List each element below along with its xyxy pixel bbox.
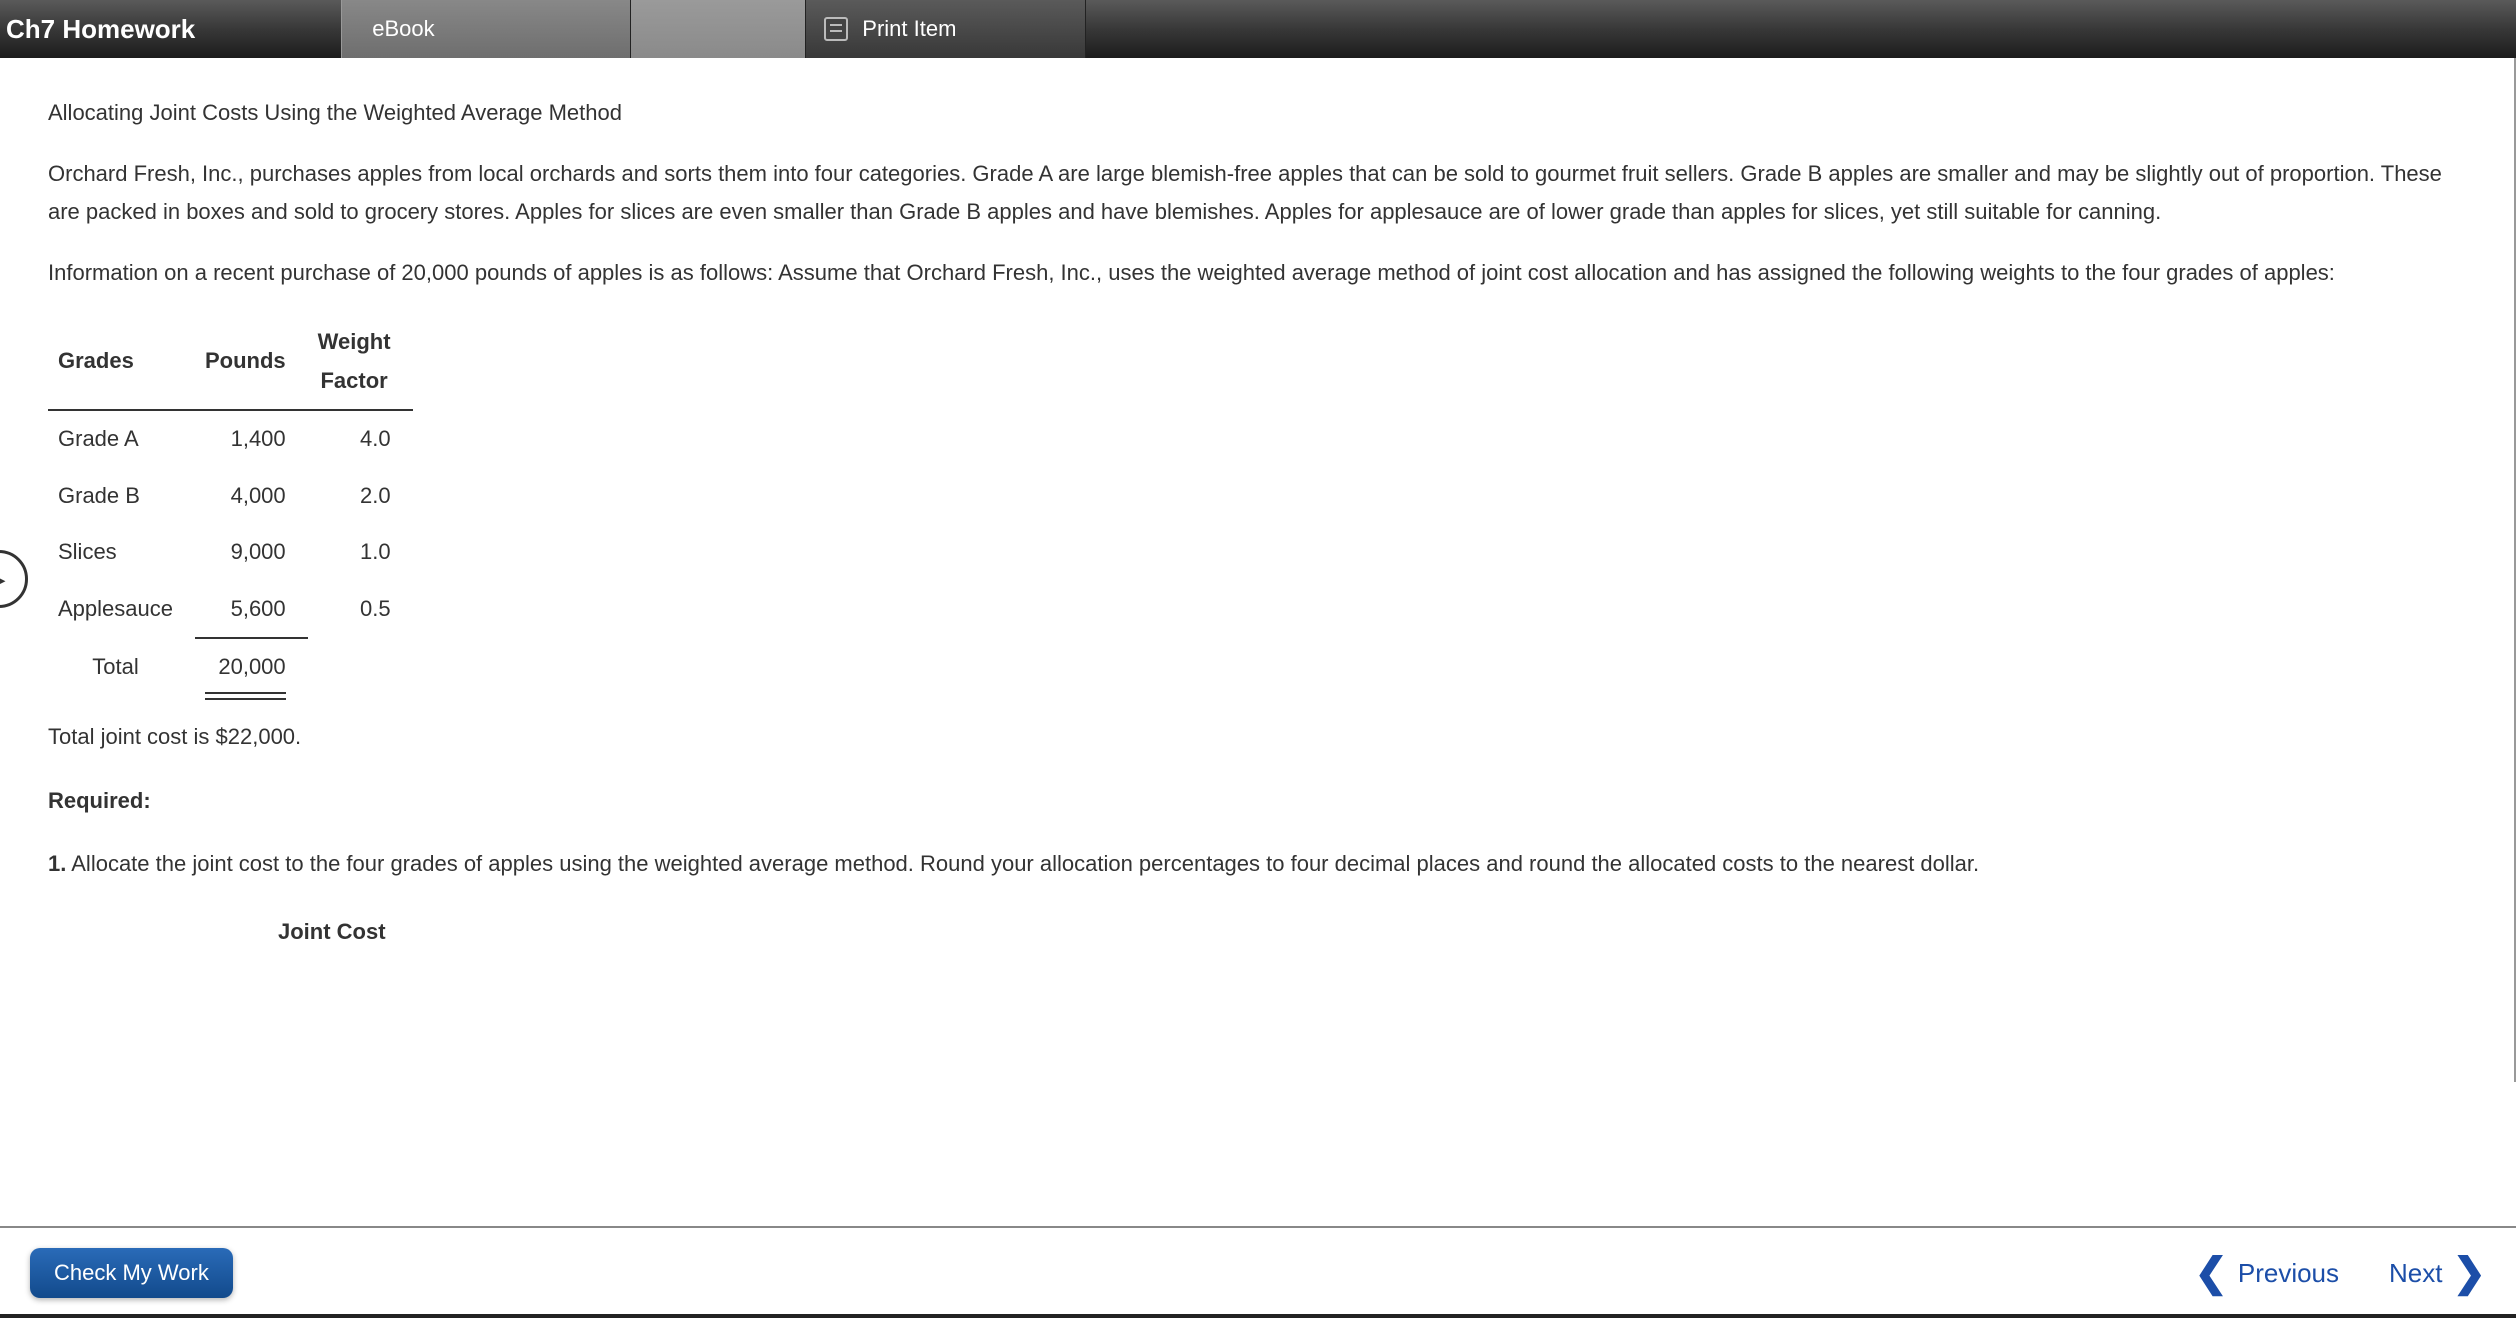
chevron-left-icon: ❮ <box>2194 1253 2228 1293</box>
col-pounds: Pounds <box>195 314 308 410</box>
question-1-number: 1. <box>48 851 66 876</box>
top-bar: Ch7 Homework eBook Print Item <box>0 0 2516 58</box>
ebook-label: eBook <box>372 16 434 42</box>
cell-total-pounds: 20,000 <box>195 638 308 696</box>
col-weight-factor: WeightFactor <box>308 314 413 410</box>
cell-pounds: 1,400 <box>195 410 308 468</box>
cell-factor: 1.0 <box>308 524 413 581</box>
cell-empty <box>308 638 413 696</box>
cell-grade: Applesauce <box>48 581 195 639</box>
question-1: 1. Allocate the joint cost to the four g… <box>48 845 2474 884</box>
table-row: Grade A 1,400 4.0 <box>48 410 413 468</box>
cell-factor: 2.0 <box>308 468 413 525</box>
table-row: Grade B 4,000 2.0 <box>48 468 413 525</box>
chevron-right-icon: ▸ <box>0 564 6 595</box>
blank-tab-button[interactable] <box>631 0 806 58</box>
check-my-work-button[interactable]: Check My Work <box>30 1248 233 1298</box>
content-area: Allocating Joint Costs Using the Weighte… <box>0 58 2516 1082</box>
question-1-text: Allocate the joint cost to the four grad… <box>66 851 1979 876</box>
ebook-button[interactable]: eBook <box>341 0 631 58</box>
next-button[interactable]: Next ❯ <box>2389 1253 2486 1293</box>
cell-total-label: Total <box>48 638 195 696</box>
footer-shadow <box>0 1314 2516 1318</box>
problem-heading: Allocating Joint Costs Using the Weighte… <box>48 94 2474 133</box>
page-title: Ch7 Homework <box>0 14 195 45</box>
print-item-button[interactable]: Print Item <box>806 0 1086 58</box>
print-item-label: Print Item <box>862 16 956 42</box>
required-label: Required: <box>48 782 2474 821</box>
paragraph-2: Information on a recent purchase of 20,0… <box>48 254 2474 293</box>
cell-factor: 4.0 <box>308 410 413 468</box>
col-grades: Grades <box>48 314 195 410</box>
chevron-right-icon: ❯ <box>2452 1253 2486 1293</box>
table-row: Applesauce 5,600 0.5 <box>48 581 413 639</box>
cell-factor: 0.5 <box>308 581 413 639</box>
cell-pounds: 9,000 <box>195 524 308 581</box>
previous-button[interactable]: ❮ Previous <box>2194 1253 2339 1293</box>
cell-pounds: 5,600 <box>195 581 308 639</box>
next-label: Next <box>2389 1258 2442 1289</box>
footer-bar: Check My Work ❮ Previous Next ❯ <box>0 1226 2516 1318</box>
grades-table: Grades Pounds WeightFactor Grade A 1,400… <box>48 314 413 696</box>
table-row: Slices 9,000 1.0 <box>48 524 413 581</box>
joint-cost-subhead: Joint Cost <box>48 913 2474 952</box>
print-icon <box>824 17 848 41</box>
table-total-row: Total 20,000 <box>48 638 413 696</box>
paragraph-1: Orchard Fresh, Inc., purchases apples fr… <box>48 155 2474 232</box>
cell-grade: Grade B <box>48 468 195 525</box>
cell-pounds: 4,000 <box>195 468 308 525</box>
cell-grade: Grade A <box>48 410 195 468</box>
previous-label: Previous <box>2238 1258 2339 1289</box>
total-joint-cost: Total joint cost is $22,000. <box>48 718 2474 757</box>
cell-grade: Slices <box>48 524 195 581</box>
nav-right: ❮ Previous Next ❯ <box>2194 1253 2486 1293</box>
